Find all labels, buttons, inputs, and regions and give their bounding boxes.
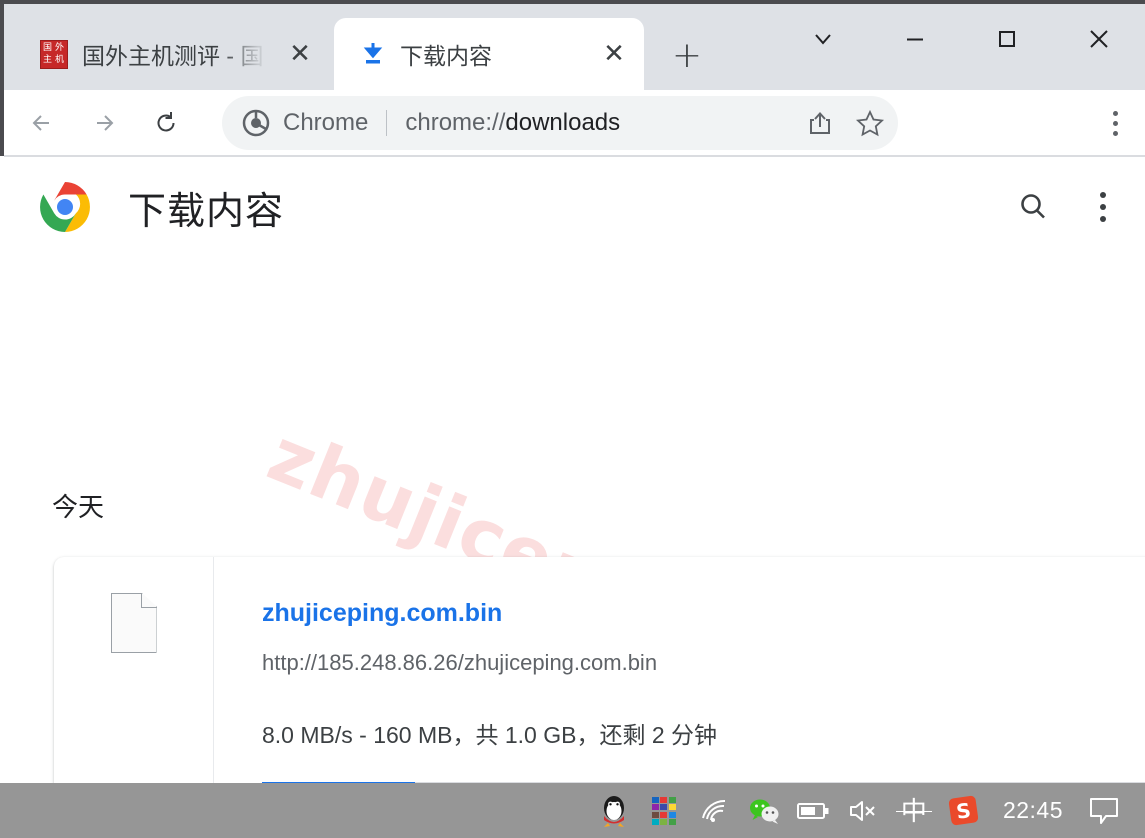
chrome-logo bbox=[38, 180, 92, 234]
maximize-button[interactable] bbox=[961, 8, 1053, 70]
tab-close-button[interactable]: ✕ bbox=[596, 36, 632, 72]
date-group-label: 今天 bbox=[52, 492, 105, 522]
download-source-url: http://185.248.86.26/zhujiceping.com.bin bbox=[262, 650, 658, 675]
omnibox-url: chrome://downloads bbox=[405, 109, 620, 137]
windows-taskbar: 中 S 22:45 bbox=[0, 783, 1145, 838]
volume-muted-icon[interactable] bbox=[847, 783, 881, 838]
generic-file-icon bbox=[110, 593, 157, 653]
star-icon[interactable] bbox=[848, 101, 892, 145]
search-icon[interactable] bbox=[1005, 179, 1061, 235]
omnibox-url-host: downloads bbox=[505, 109, 621, 136]
three-dot-menu-icon[interactable] bbox=[1093, 98, 1137, 148]
tab-title: 国外主机测评 - 国 bbox=[82, 43, 264, 69]
battery-icon[interactable] bbox=[796, 783, 831, 838]
share-icon[interactable] bbox=[798, 101, 842, 145]
page-title: 下载内容 bbox=[128, 190, 285, 233]
seal-icon: 国外 主机 bbox=[40, 39, 68, 69]
taskbar-clock[interactable]: 22:45 bbox=[1003, 797, 1063, 824]
omnibox-url-prefix: chrome:// bbox=[405, 109, 506, 136]
ime-label: 中 bbox=[895, 798, 932, 824]
download-details: zhujiceping.com.bin http://185.248.86.26… bbox=[214, 557, 1145, 783]
download-file-name-link[interactable]: zhujiceping.com.bin bbox=[262, 599, 502, 628]
wechat-icon[interactable] bbox=[747, 783, 781, 838]
forward-arrow-icon[interactable] bbox=[80, 99, 128, 147]
file-icon-column bbox=[54, 557, 214, 783]
sogou-icon[interactable]: S bbox=[947, 783, 981, 838]
tab-close-button[interactable]: ✕ bbox=[282, 36, 318, 72]
omnibox-scheme-label: Chrome bbox=[283, 109, 369, 136]
three-dot-menu-icon[interactable] bbox=[1075, 179, 1131, 235]
chrome-icon bbox=[242, 109, 270, 137]
address-bar[interactable]: Chrome chrome://downloads bbox=[222, 96, 898, 150]
ime-chinese-icon[interactable]: 中 bbox=[895, 783, 932, 838]
tab-title: 下载内容 bbox=[400, 43, 492, 69]
close-button[interactable] bbox=[1053, 8, 1145, 70]
omnibox-separator bbox=[386, 110, 388, 136]
new-tab-button[interactable]: + bbox=[664, 32, 710, 78]
minimize-button[interactable] bbox=[869, 8, 961, 70]
reload-icon[interactable] bbox=[142, 99, 190, 147]
notification-icon[interactable] bbox=[1087, 783, 1121, 838]
window-controls bbox=[777, 8, 1145, 94]
back-arrow-icon[interactable] bbox=[18, 99, 66, 147]
tab-strip: 国外 主机 国外主机测评 - 国 ✕ 下载内容 ✕ + bbox=[0, 4, 1145, 90]
wifi-icon[interactable] bbox=[697, 783, 731, 838]
tab-active-downloads[interactable]: 下载内容 ✕ bbox=[334, 18, 644, 90]
download-icon bbox=[360, 41, 386, 67]
tab-search-chevron-down-icon[interactable] bbox=[777, 8, 869, 70]
downloads-header: 下载内容 bbox=[4, 157, 1145, 257]
sogou-label: S bbox=[948, 795, 980, 826]
tab-inactive-site[interactable]: 国外 主机 国外主机测评 - 国 ✕ bbox=[10, 18, 330, 90]
qq-icon[interactable] bbox=[597, 783, 631, 838]
download-item-card: zhujiceping.com.bin http://185.248.86.26… bbox=[54, 557, 1145, 783]
downloads-page: 下载内容 今天 zhujiceping.com.bin http://185.2… bbox=[4, 157, 1145, 783]
browser-window: 国外 主机 国外主机测评 - 国 ✕ 下载内容 ✕ + Chrome chrom… bbox=[0, 0, 1145, 838]
color-grid-icon[interactable] bbox=[647, 783, 681, 838]
download-status-text: 8.0 MB/s - 160 MB，共 1.0 GB，还剩 2 分钟 bbox=[262, 722, 718, 748]
